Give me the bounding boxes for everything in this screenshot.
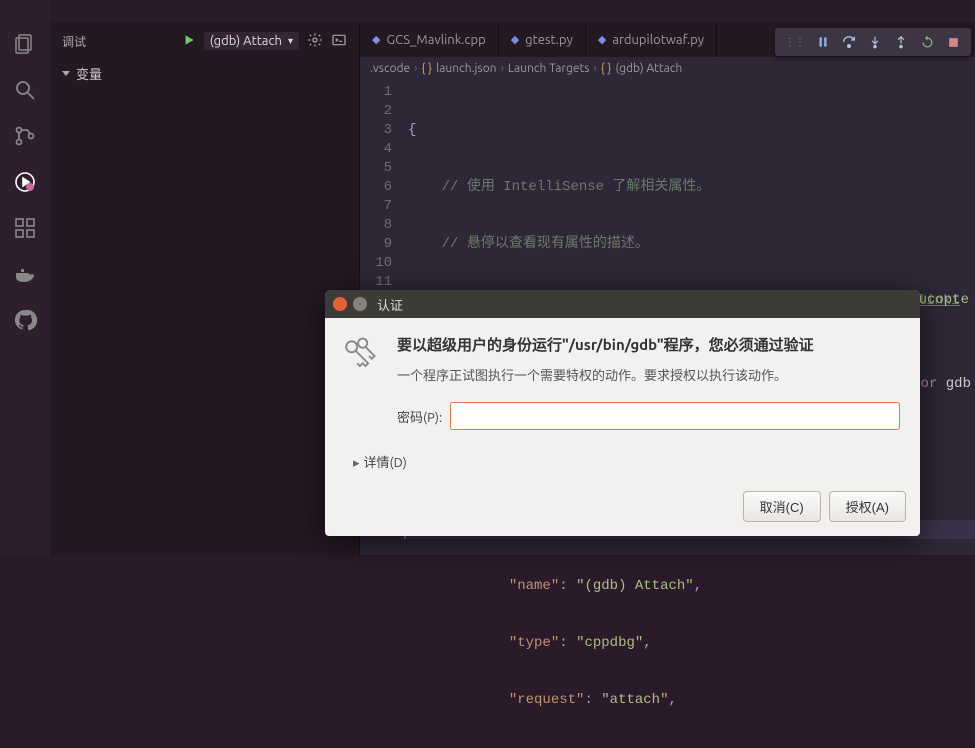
search-icon[interactable] [11,76,39,104]
chevron-down-icon: ▾ [288,35,293,47]
source-control-icon[interactable] [11,122,39,150]
tab-gtest[interactable]: ◆ gtest.py [499,22,586,57]
step-over-button[interactable] [837,30,861,54]
json-icon: { } [601,62,612,75]
json-icon: { } [422,62,433,75]
start-debug-icon[interactable] [182,33,196,50]
breadcrumb-item[interactable]: Launch Targets [508,62,590,75]
code-string: "cppdbg" [576,635,643,651]
breadcrumb-item[interactable]: (gdb) Attach [615,62,682,75]
debug-config-label: (gdb) Attach [210,34,282,48]
dialog-titlebar: 认证 [325,290,920,318]
code-comment: // 悬停以查看现有属性的描述。 [442,236,649,252]
chevron-right-icon: › [501,62,504,75]
debug-toolbar: ⋮⋮ [775,28,971,56]
debug-sidebar: 调试 (gdb) Attach ▾ 变量 [50,22,360,555]
tab-label: ardupilotwaf.py [612,33,704,47]
code-text: { [408,122,416,138]
step-out-button[interactable] [889,30,913,54]
authorize-button[interactable]: 授权(A) [829,491,906,522]
chevron-down-icon [62,71,70,76]
drag-handle-icon[interactable]: ⋮⋮ [781,36,809,48]
gear-icon[interactable] [307,32,323,51]
extensions-icon[interactable] [11,214,39,242]
breadcrumb[interactable]: .vscode › { } launch.json › Launch Targe… [360,57,975,79]
chevron-right-icon: › [593,62,596,75]
variables-label: 变量 [76,64,102,83]
close-icon[interactable] [333,297,347,311]
details-toggle[interactable]: 详情(D) [325,452,920,481]
variables-section[interactable]: 变量 [50,60,359,87]
code-string: "(gdb) Attach" [576,578,694,594]
password-input[interactable] [450,402,900,430]
breadcrumb-item[interactable]: .vscode [370,62,410,75]
keys-icon [337,334,385,444]
tab-label: GCS_Mavlink.cpp [386,33,485,47]
debug-console-icon[interactable] [331,32,347,51]
chevron-right-icon: › [414,62,417,75]
code-fragment: for for gdbgdb [912,376,971,392]
password-label: 密码(P): [397,407,442,426]
dialog-description: 一个程序正试图执行一个需要特权的动作。要求授权以执行该动作。 [397,365,900,384]
sidebar-header: 调试 (gdb) Attach ▾ [50,22,359,60]
restart-button[interactable] [915,30,939,54]
dialog-body: 要以超级用户的身份运行"/usr/bin/gdb"程序，您必须通过验证 一个程序… [325,318,920,452]
dialog-main: 要以超级用户的身份运行"/usr/bin/gdb"程序，您必须通过验证 一个程序… [397,334,900,444]
code-key: "request" [509,692,585,708]
breadcrumb-item[interactable]: launch.json [436,62,496,75]
code-key: "name" [509,578,559,594]
activity-bar [0,0,50,555]
sidebar-title: 调试 [62,33,86,50]
github-icon[interactable] [11,306,39,334]
debug-config-group: (gdb) Attach ▾ [182,32,347,51]
tab-label: gtest.py [525,33,573,47]
cpp-icon: ◆ [372,33,380,46]
debug-config-select[interactable]: (gdb) Attach ▾ [204,32,299,50]
tab-gcs-mavlink[interactable]: ◆ GCS_Mavlink.cpp [360,22,499,57]
password-row: 密码(P): [397,402,900,430]
debug-icon[interactable] [11,168,39,196]
code-comment: // 使用 IntelliSense 了解相关属性。 [442,179,711,195]
auth-dialog: 认证 要以超级用户的身份运行"/usr/bin/gdb"程序，您必须通过验证 一… [325,290,920,536]
dialog-title: 认证 [377,295,403,314]
stop-button[interactable] [941,30,965,54]
code-key: "type" [509,635,559,651]
step-into-button[interactable] [863,30,887,54]
minimize-icon[interactable] [353,297,367,311]
pause-button[interactable] [811,30,835,54]
dialog-heading: 要以超级用户的身份运行"/usr/bin/gdb"程序，您必须通过验证 [397,334,900,355]
cancel-button[interactable]: 取消(C) [743,491,821,522]
python-icon: ◆ [511,33,519,46]
docker-icon[interactable] [11,260,39,288]
dialog-footer: 取消(C) 授权(A) [325,481,920,536]
code-string: "attach" [601,692,668,708]
tab-ardupilotwaf[interactable]: ◆ ardupilotwaf.py [586,22,717,57]
files-icon[interactable] [11,30,39,58]
python-icon: ◆ [598,33,606,46]
